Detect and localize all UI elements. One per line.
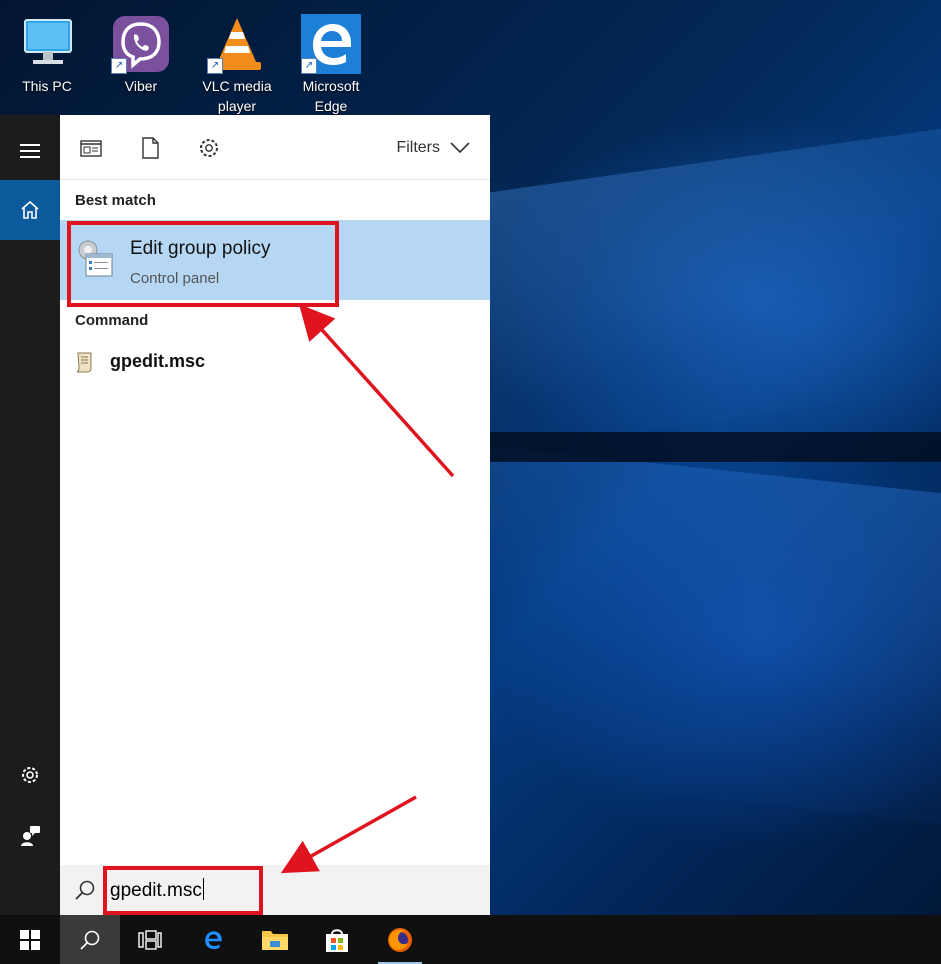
- taskbar-store-button[interactable]: [307, 915, 367, 964]
- taskbar-file-explorer-button[interactable]: [245, 915, 305, 964]
- annotation-arrows: [280, 304, 455, 874]
- store-icon: [324, 927, 350, 953]
- taskbar-search-button[interactable]: [60, 915, 120, 964]
- annotation-arrow: [280, 795, 417, 874]
- edge-icon: [200, 927, 226, 953]
- task-view-button[interactable]: [120, 915, 180, 964]
- windows-logo-icon: [20, 929, 40, 950]
- firefox-icon: [386, 926, 414, 954]
- start-button[interactable]: [0, 915, 60, 964]
- taskbar: [0, 915, 941, 964]
- annotation-arrow: [298, 304, 455, 478]
- task-view-icon: [138, 929, 162, 950]
- search-icon: [79, 929, 101, 951]
- taskbar-edge-button[interactable]: [183, 915, 243, 964]
- taskbar-firefox-button[interactable]: [370, 915, 430, 964]
- folder-icon: [261, 928, 289, 952]
